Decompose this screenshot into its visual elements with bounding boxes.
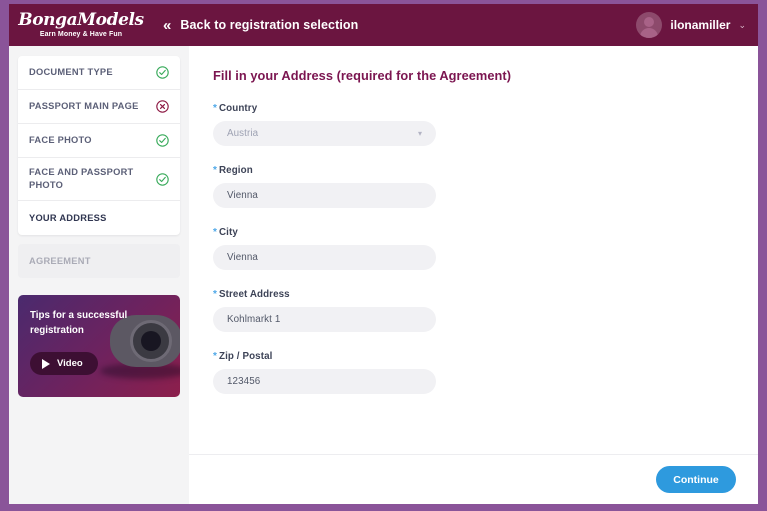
city-input[interactable]: Vienna	[213, 245, 436, 270]
app-window: BongaModels Earn Money & Have Fun « Back…	[9, 4, 758, 504]
promo-title: Tips for a successful registration	[30, 310, 128, 336]
required-asterisk: *	[213, 351, 217, 362]
back-link-label: Back to registration selection	[180, 18, 359, 32]
field-street-address: * Street Address Kohlmarkt 1	[213, 289, 758, 332]
back-to-registration-link[interactable]: « Back to registration selection	[163, 18, 358, 33]
city-value: Vienna	[227, 252, 258, 263]
field-region: * Region Vienna	[213, 165, 758, 208]
label-text: City	[219, 227, 238, 238]
label-text: Zip / Postal	[219, 351, 273, 362]
field-zip-postal: * Zip / Postal 123456	[213, 351, 758, 394]
label-text: Region	[219, 165, 253, 176]
page-title: Fill in your Address (required for the A…	[213, 68, 512, 83]
required-asterisk: *	[213, 165, 217, 176]
zip-postal-input[interactable]: 123456	[213, 369, 436, 394]
registration-steps-card: DOCUMENT TYPE PASSPORT MAIN PAGE FACE PH…	[18, 56, 180, 235]
country-value: Austria	[227, 128, 259, 139]
check-circle-icon	[156, 172, 169, 186]
error-circle-icon	[156, 100, 169, 113]
chevron-down-icon: ⌄	[738, 19, 746, 30]
top-header-bar: BongaModels Earn Money & Have Fun « Back…	[9, 4, 758, 46]
required-asterisk: *	[213, 227, 217, 238]
promo-video-label: Video	[57, 358, 83, 369]
promo-video-button[interactable]: Video	[30, 352, 98, 375]
step-label: YOUR ADDRESS	[29, 212, 107, 223]
logo-tagline: Earn Money & Have Fun	[39, 31, 123, 38]
field-label-city: * City	[213, 227, 758, 238]
main-panel: Fill in your Address (required for the A…	[189, 46, 758, 504]
check-circle-icon	[156, 66, 169, 79]
check-circle-icon	[156, 134, 169, 147]
required-asterisk: *	[213, 289, 217, 300]
region-input[interactable]: Vienna	[213, 183, 436, 208]
sidebar-item-document-type[interactable]: DOCUMENT TYPE	[18, 56, 180, 90]
address-form: Fill in your Address (required for the A…	[189, 46, 758, 394]
brand-logo[interactable]: BongaModels Earn Money & Have Fun	[9, 10, 144, 39]
step-label: PASSPORT MAIN PAGE	[29, 101, 139, 111]
sidebar-item-face-photo[interactable]: FACE PHOTO	[18, 124, 180, 158]
avatar	[636, 12, 663, 38]
field-country: * Country Austria ▾	[213, 103, 758, 146]
step-label: FACE AND PASSPORT PHOTO	[29, 167, 134, 190]
sidebar-item-your-address[interactable]: YOUR ADDRESS	[18, 201, 180, 235]
sidebar-item-agreement: AGREEMENT	[18, 244, 180, 278]
region-value: Vienna	[227, 190, 258, 201]
double-chevron-left-icon: «	[163, 16, 172, 34]
tips-promo-card[interactable]: Tips for a successful registration Video	[18, 295, 180, 397]
user-name-label: ilonamiller	[670, 18, 731, 32]
field-label-street-address: * Street Address	[213, 289, 758, 300]
user-menu[interactable]: ilonamiller ⌄	[636, 12, 746, 38]
street-address-value: Kohlmarkt 1	[227, 314, 281, 325]
field-city: * City Vienna	[213, 227, 758, 270]
street-address-input[interactable]: Kohlmarkt 1	[213, 307, 436, 332]
sidebar: DOCUMENT TYPE PASSPORT MAIN PAGE FACE PH…	[9, 46, 189, 504]
required-asterisk: *	[213, 103, 217, 114]
chevron-down-icon: ▾	[417, 128, 422, 138]
country-select[interactable]: Austria ▾	[213, 121, 436, 146]
step-label: DOCUMENT TYPE	[29, 67, 113, 77]
body-area: DOCUMENT TYPE PASSPORT MAIN PAGE FACE PH…	[9, 46, 758, 504]
field-label-zip-postal: * Zip / Postal	[213, 351, 758, 362]
step-label: AGREEMENT	[29, 255, 91, 266]
field-label-region: * Region	[213, 165, 758, 176]
logo-wordmark: BongaModels	[18, 10, 144, 30]
sidebar-item-face-and-passport-photo[interactable]: FACE AND PASSPORT PHOTO	[18, 158, 180, 201]
sidebar-item-passport-main-page[interactable]: PASSPORT MAIN PAGE	[18, 90, 180, 124]
play-icon	[42, 358, 50, 369]
footer-divider	[189, 454, 758, 455]
continue-button[interactable]: Continue	[656, 466, 736, 493]
label-text: Country	[219, 103, 258, 114]
label-text: Street Address	[219, 289, 290, 300]
field-label-country: * Country	[213, 103, 758, 114]
step-row-agreement: AGREEMENT	[18, 244, 180, 278]
zip-postal-value: 123456	[227, 376, 261, 387]
step-label: FACE PHOTO	[29, 135, 92, 145]
